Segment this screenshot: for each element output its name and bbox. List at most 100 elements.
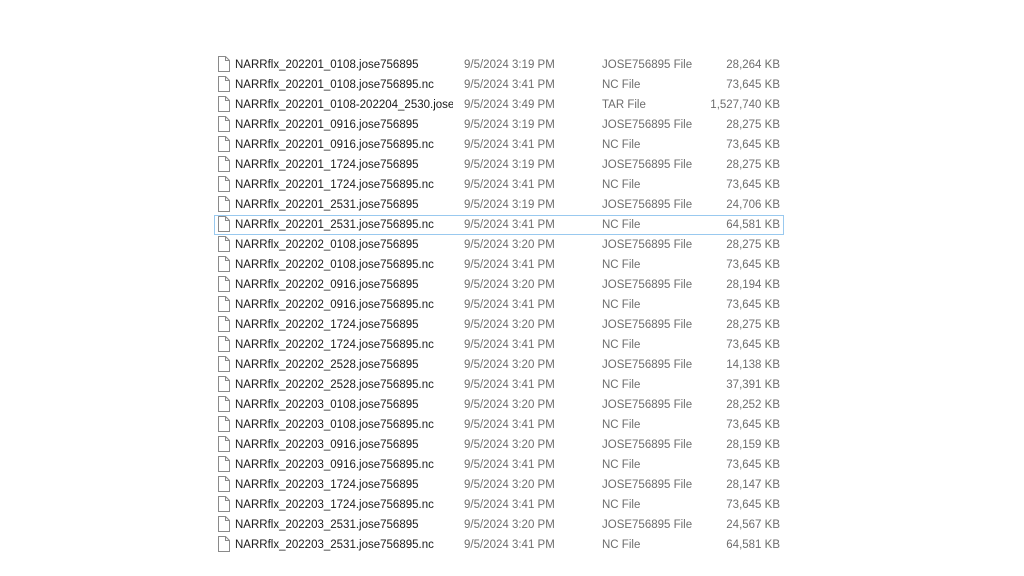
file-row[interactable]: NARRflx_202201_2531.jose756895.nc 9/5/202… [214,215,784,235]
file-row[interactable]: NARRflx_202203_1724.jose756895.nc 9/5/202… [214,495,784,515]
file-type: NC File [602,539,641,551]
file-row[interactable]: NARRflx_202203_2531.jose756895.nc 9/5/202… [214,535,784,555]
file-size: 28,275 KB [726,119,780,131]
file-row[interactable]: NARRflx_202201_0916.jose756895 9/5/2024 3… [214,115,784,135]
file-date-modified: 9/5/2024 3:19 PM [464,199,555,211]
file-icon [218,476,230,492]
file-row[interactable]: NARRflx_202203_0916.jose756895 9/5/2024 3… [214,435,784,455]
file-icon [218,176,230,192]
file-date-modified: 9/5/2024 3:41 PM [464,419,555,431]
file-size: 28,159 KB [726,439,780,451]
file-row[interactable]: NARRflx_202203_0108.jose756895 9/5/2024 3… [214,395,784,415]
file-row[interactable]: NARRflx_202202_2528.jose756895 9/5/2024 3… [214,355,784,375]
file-name: NARRflx_202201_0108-202204_2530.jose7... [235,99,453,111]
file-name: NARRflx_202203_0108.jose756895.nc [235,419,434,431]
file-row[interactable]: NARRflx_202202_1724.jose756895 9/5/2024 3… [214,315,784,335]
file-date-modified: 9/5/2024 3:19 PM [464,59,555,71]
file-size: 28,252 KB [726,399,780,411]
file-size: 73,645 KB [726,179,780,191]
file-row[interactable]: NARRflx_202202_0916.jose756895.nc 9/5/202… [214,295,784,315]
file-row[interactable]: NARRflx_202203_2531.jose756895 9/5/2024 3… [214,515,784,535]
file-date-modified: 9/5/2024 3:19 PM [464,119,555,131]
file-size: 28,194 KB [726,279,780,291]
file-date-modified: 9/5/2024 3:20 PM [464,479,555,491]
file-name: NARRflx_202203_1724.jose756895 [235,479,419,491]
file-type: NC File [602,139,641,151]
file-icon [218,276,230,292]
file-name: NARRflx_202201_2531.jose756895 [235,199,419,211]
file-row[interactable]: NARRflx_202201_0108-202204_2530.jose7...… [214,95,784,115]
file-date-modified: 9/5/2024 3:20 PM [464,239,555,251]
file-size: 14,138 KB [726,359,780,371]
file-name: NARRflx_202201_0916.jose756895.nc [235,139,434,151]
file-type: NC File [602,79,641,91]
file-icon [218,136,230,152]
file-row[interactable]: NARRflx_202201_1724.jose756895.nc 9/5/202… [214,175,784,195]
file-date-modified: 9/5/2024 3:41 PM [464,459,555,471]
file-icon [218,356,230,372]
file-size: 73,645 KB [726,339,780,351]
file-row[interactable]: NARRflx_202201_0108.jose756895 9/5/2024 3… [214,55,784,75]
file-name: NARRflx_202203_1724.jose756895.nc [235,499,434,511]
file-row[interactable]: NARRflx_202201_2531.jose756895 9/5/2024 3… [214,195,784,215]
file-type: JOSE756895 File [602,59,693,71]
file-type: JOSE756895 File [602,399,693,411]
file-type: NC File [602,419,641,431]
file-date-modified: 9/5/2024 3:41 PM [464,179,555,191]
file-date-modified: 9/5/2024 3:41 PM [464,379,555,391]
file-icon [218,196,230,212]
file-row[interactable]: NARRflx_202202_2528.jose756895.nc 9/5/202… [214,375,784,395]
file-row[interactable]: NARRflx_202202_1724.jose756895.nc 9/5/202… [214,335,784,355]
file-name: NARRflx_202201_2531.jose756895.nc [235,219,434,231]
file-size: 24,706 KB [726,199,780,211]
file-row[interactable]: NARRflx_202202_0108.jose756895.nc 9/5/202… [214,255,784,275]
file-size: 28,275 KB [726,239,780,251]
file-name: NARRflx_202203_2531.jose756895.nc [235,539,434,551]
file-size: 24,567 KB [726,519,780,531]
file-row[interactable]: NARRflx_202201_0108.jose756895.nc 9/5/202… [214,75,784,95]
file-name: NARRflx_202201_0108.jose756895 [235,59,419,71]
file-row[interactable]: NARRflx_202203_0916.jose756895.nc 9/5/202… [214,455,784,475]
file-type: JOSE756895 File [602,159,693,171]
file-type: NC File [602,259,641,271]
file-date-modified: 9/5/2024 3:20 PM [464,279,555,291]
file-name: NARRflx_202202_0108.jose756895.nc [235,259,434,271]
file-icon [218,256,230,272]
file-icon [218,416,230,432]
file-row[interactable]: NARRflx_202201_0916.jose756895.nc 9/5/202… [214,135,784,155]
file-type: JOSE756895 File [602,479,693,491]
file-list: NARRflx_202201_0108.jose756895 9/5/2024 3… [214,55,784,555]
file-name: NARRflx_202203_2531.jose756895 [235,519,419,531]
file-row[interactable]: NARRflx_202203_1724.jose756895 9/5/2024 3… [214,475,784,495]
file-row[interactable]: NARRflx_202202_0916.jose756895 9/5/2024 3… [214,275,784,295]
file-type: JOSE756895 File [602,319,693,331]
file-name: NARRflx_202202_2528.jose756895.nc [235,379,434,391]
file-name: NARRflx_202202_0916.jose756895 [235,279,419,291]
file-type: NC File [602,179,641,191]
file-type: NC File [602,339,641,351]
file-size: 28,275 KB [726,159,780,171]
file-size: 37,391 KB [726,379,780,391]
file-type: TAR File [602,99,646,111]
file-type: JOSE756895 File [602,239,693,251]
file-icon [218,376,230,392]
file-date-modified: 9/5/2024 3:41 PM [464,539,555,551]
file-name: NARRflx_202202_2528.jose756895 [235,359,419,371]
file-icon [218,336,230,352]
file-name: NARRflx_202202_1724.jose756895 [235,319,419,331]
file-type: JOSE756895 File [602,279,693,291]
file-date-modified: 9/5/2024 3:41 PM [464,219,555,231]
file-name: NARRflx_202201_1724.jose756895.nc [235,179,434,191]
file-type: NC File [602,499,641,511]
file-date-modified: 9/5/2024 3:41 PM [464,139,555,151]
file-icon [218,496,230,512]
file-name: NARRflx_202202_1724.jose756895.nc [235,339,434,351]
file-icon [218,116,230,132]
file-row[interactable]: NARRflx_202201_1724.jose756895 9/5/2024 3… [214,155,784,175]
file-row[interactable]: NARRflx_202202_0108.jose756895 9/5/2024 3… [214,235,784,255]
file-name: NARRflx_202203_0916.jose756895.nc [235,459,434,471]
file-name: NARRflx_202201_1724.jose756895 [235,159,419,171]
file-row[interactable]: NARRflx_202203_0108.jose756895.nc 9/5/202… [214,415,784,435]
file-type: JOSE756895 File [602,439,693,451]
file-date-modified: 9/5/2024 3:41 PM [464,339,555,351]
